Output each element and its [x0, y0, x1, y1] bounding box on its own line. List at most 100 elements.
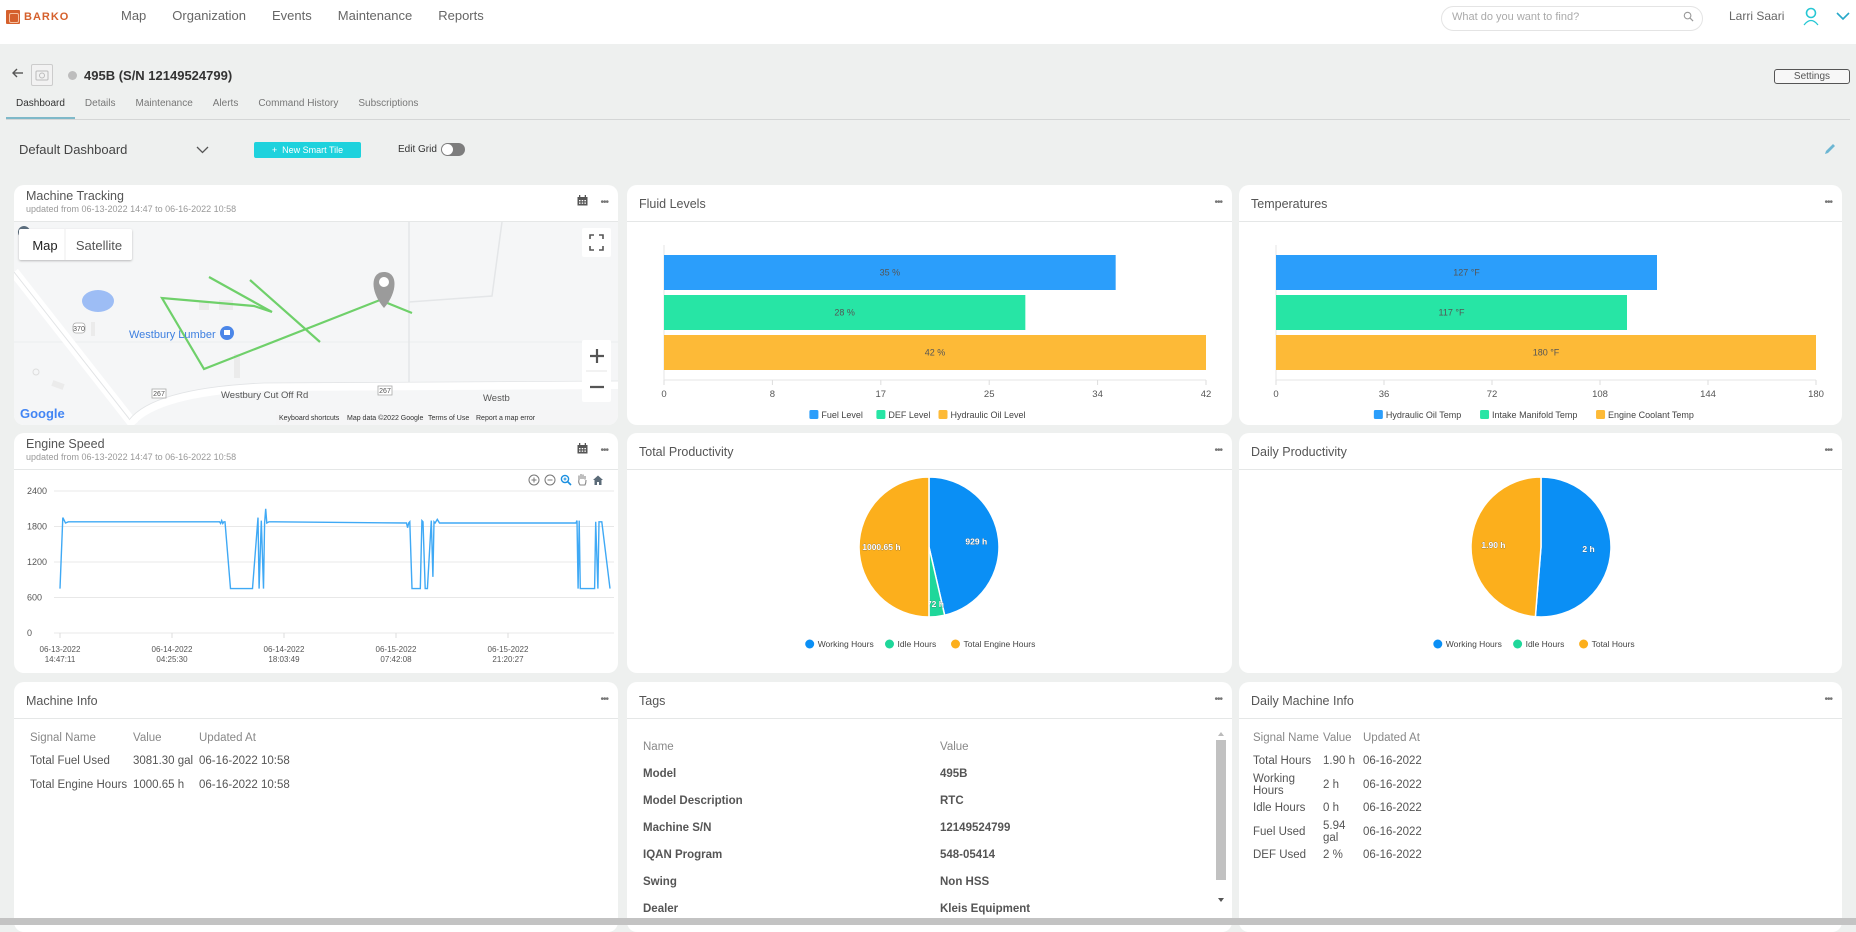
tile-header: Machine Info ••• [14, 682, 618, 719]
back-arrow-icon[interactable] [11, 68, 24, 78]
col-value: Value [1323, 731, 1352, 744]
user-icon[interactable] [1801, 6, 1821, 26]
legend-swatch [809, 410, 819, 419]
shopping-poi-icon[interactable] [220, 326, 234, 340]
tab-details[interactable]: Details [75, 96, 126, 119]
tile-title: Daily Productivity [1251, 445, 1347, 459]
table-row: Idle Hours 0 h 06-16-2022 [1253, 797, 1422, 821]
more-options-icon[interactable]: ••• [1824, 197, 1832, 208]
signal-name: Working Hours [1253, 772, 1295, 797]
bar-data-label: 28 % [834, 308, 855, 318]
tags-scrollbar[interactable] [1216, 730, 1226, 906]
tab-divider [6, 119, 1850, 120]
more-options-icon[interactable]: ••• [1824, 694, 1832, 705]
y-tick-label: 1200 [27, 557, 47, 567]
signal-updated-at: 06-16-2022 [1363, 849, 1422, 862]
legend-label: Total Hours [1592, 639, 1635, 649]
tag-name: Model [643, 767, 677, 780]
map-type-map-button[interactable]: Map [32, 238, 57, 253]
x-tick-label: 14:47:11 [45, 655, 76, 664]
poi-label[interactable]: Westbury Lumber [129, 329, 216, 341]
x-tick-label: 8 [770, 389, 775, 400]
x-tick-label: 06-14-2022 [264, 645, 305, 654]
pencil-icon[interactable] [1823, 142, 1837, 156]
more-options-icon[interactable]: ••• [1214, 694, 1222, 705]
nav-maintenance[interactable]: Maintenance [338, 8, 412, 23]
scroll-up-arrow-icon[interactable] [1218, 732, 1224, 736]
daily-machine-info-table: Signal Name Value Updated At Total Hours 1.… [1253, 726, 1422, 867]
fluid-levels-tile: Fluid Levels ••• 35 % 28 % 42 % 0 8 17 25 34 42 F… [627, 185, 1232, 425]
tag-value: Non HSS [940, 875, 990, 888]
edit-grid-label: Edit Grid [398, 144, 437, 155]
tab-command-history[interactable]: Command History [248, 96, 348, 119]
more-options-icon[interactable]: ••• [600, 694, 608, 705]
tab-subscriptions[interactable]: Subscriptions [348, 96, 428, 119]
fluid-levels-chart: 35 % 28 % 42 % 0 8 17 25 34 42 Fuel Level DEF Leve… [661, 245, 1211, 420]
zoom-in-icon[interactable] [528, 474, 540, 486]
table-row: Working Hours 2 h 06-16-2022 [1253, 773, 1422, 797]
search-icon[interactable] [1683, 11, 1694, 22]
zoom-out-icon[interactable] [544, 474, 556, 486]
table-row: Total Hours 1.90 h 06-16-2022 [1253, 750, 1422, 774]
tab-alerts[interactable]: Alerts [203, 96, 249, 119]
more-options-icon[interactable]: ••• [600, 445, 608, 456]
tab-maintenance[interactable]: Maintenance [126, 96, 203, 119]
scroll-thumb[interactable] [1216, 740, 1226, 880]
chevron-down-icon[interactable] [196, 146, 209, 154]
nav-organization[interactable]: Organization [172, 8, 246, 23]
nav-reports[interactable]: Reports [438, 8, 484, 23]
new-smart-tile-button[interactable]: + New Smart Tile [254, 142, 361, 158]
tile-title: Total Productivity [639, 445, 734, 459]
nav-events[interactable]: Events [272, 8, 312, 23]
x-tick-label: 0 [661, 389, 666, 400]
horizontal-scrollbar[interactable] [0, 918, 1856, 925]
keyboard-shortcuts-link[interactable]: Keyboard shortcuts [279, 415, 340, 422]
report-map-error-link[interactable]: Report a map error [476, 415, 536, 422]
home-reset-icon[interactable] [592, 474, 604, 486]
pan-hand-icon[interactable] [576, 473, 588, 486]
more-options-icon[interactable]: ••• [1824, 445, 1832, 456]
calendar-icon[interactable] [577, 443, 588, 454]
tile-title: Daily Machine Info [1251, 694, 1354, 708]
edit-grid-toggle[interactable] [441, 143, 465, 156]
tag-value: 495B [940, 767, 968, 780]
tag-value: Kleis Equipment [940, 902, 1031, 915]
pie-data-label: 929 h [965, 537, 987, 547]
map-view[interactable]: 370 267 267 Westbury Lumber Westbury Cut… [14, 222, 618, 425]
x-tick-label: 21:20:27 [492, 655, 524, 664]
tab-dashboard[interactable]: Dashboard [6, 96, 75, 119]
more-options-icon[interactable]: ••• [1214, 445, 1222, 456]
tile-title: Machine Tracking [26, 189, 124, 203]
barko-logo[interactable]: BARKO [6, 10, 69, 24]
fullscreen-button[interactable] [582, 228, 611, 257]
col-signal-name: Signal Name [1253, 731, 1319, 744]
col-updated-at: Updated At [1363, 731, 1420, 744]
dashboard-select[interactable]: Default Dashboard [19, 142, 127, 157]
search-input[interactable]: What do you want to find? [1441, 6, 1703, 31]
machine-photo-placeholder-icon [31, 64, 53, 86]
x-tick-label: 06-15-2022 [376, 645, 417, 654]
tags-table: Name Value Model 495B Model Description RTC… [643, 733, 1030, 922]
daily-productivity-tile: Daily Productivity ••• 2 h 1.90 h Working … [1239, 433, 1842, 673]
y-tick-label: 1800 [27, 522, 47, 532]
signal-value: 0 h [1323, 802, 1339, 815]
chevron-down-icon[interactable] [1836, 12, 1850, 21]
more-options-icon[interactable]: ••• [1214, 197, 1222, 208]
map-type-satellite-button[interactable]: Satellite [76, 238, 122, 253]
more-options-icon[interactable]: ••• [600, 197, 608, 208]
plus-icon: + [271, 145, 283, 155]
scroll-down-arrow-icon[interactable] [1218, 898, 1224, 902]
settings-button[interactable]: Settings [1774, 69, 1850, 84]
x-tick-label: 06-14-2022 [152, 645, 193, 654]
signal-name: Total Fuel Used [30, 755, 110, 768]
x-tick-label: 17 [876, 389, 887, 400]
calendar-icon[interactable] [577, 195, 588, 206]
table-header: Signal Name Value Updated At [30, 726, 290, 750]
legend-swatch [885, 639, 894, 649]
terms-link[interactable]: Terms of Use [428, 415, 469, 422]
nav-map[interactable]: Map [121, 8, 146, 23]
user-name[interactable]: Larri Saari [1729, 9, 1784, 23]
selection-zoom-icon[interactable] [560, 474, 572, 486]
legend-label: Engine Coolant Temp [1608, 410, 1694, 420]
table-row: Swing Non HSS [643, 868, 1030, 895]
